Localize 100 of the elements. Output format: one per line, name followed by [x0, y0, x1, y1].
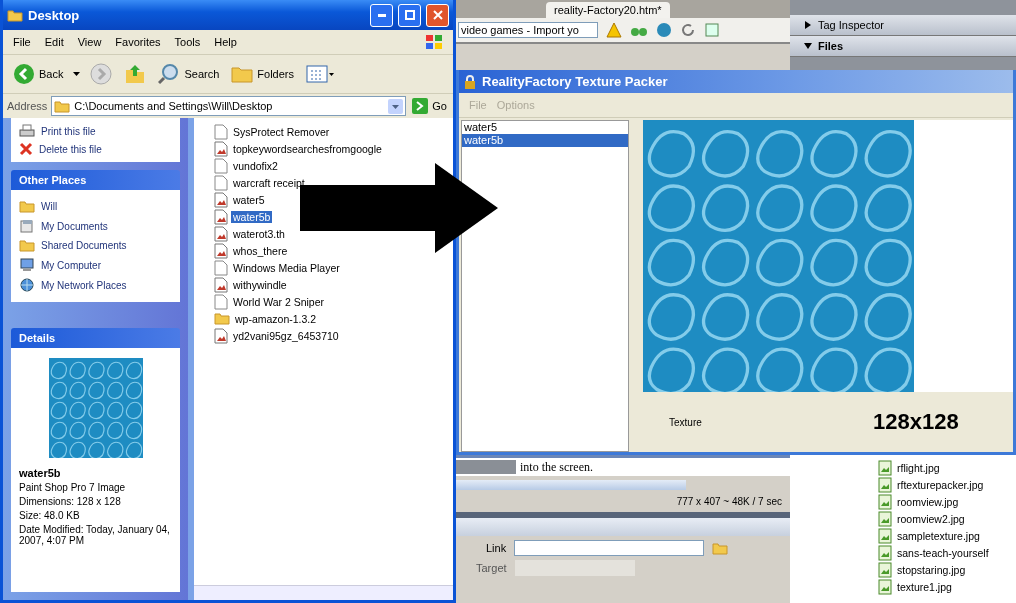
window-title: RealityFactory Texture Packer [482, 74, 669, 89]
texture-item[interactable]: water5b [462, 134, 628, 147]
highlight-block [456, 460, 516, 474]
image-file-icon [878, 578, 892, 595]
search-icon [158, 63, 181, 85]
folder-icon [54, 99, 71, 113]
go-button[interactable]: Go [410, 96, 449, 116]
texture-item[interactable]: water5 [462, 121, 628, 134]
image-file-icon [214, 242, 228, 259]
caret-icon [73, 72, 81, 76]
warning-icon [606, 22, 622, 38]
panel-header[interactable]: Other Places [11, 170, 180, 190]
printer-icon [19, 124, 35, 138]
image-file-icon [878, 459, 892, 476]
site-file-item[interactable]: texture1.jpg [895, 580, 954, 593]
search-button[interactable]: Search [156, 61, 222, 87]
minimize-icon [377, 13, 386, 17]
minimize-button[interactable] [370, 3, 393, 27]
desktop-entry[interactable]: yd2vani95gz_6453710 [231, 329, 341, 342]
site-file-item[interactable]: roomview2.jpg [895, 512, 967, 525]
place-link[interactable]: Shared Documents [41, 240, 127, 251]
desktop-entry[interactable]: wp-amazon-1.3.2 [233, 312, 319, 325]
network-icon [19, 278, 35, 292]
image-file-icon [878, 544, 892, 561]
lock-icon [463, 74, 477, 89]
folder-icon [19, 239, 35, 252]
image-file-icon [878, 493, 892, 510]
menu-item[interactable]: File [13, 36, 31, 48]
design-text: into the screen. [519, 459, 593, 475]
file-icon [214, 157, 228, 174]
close-icon [432, 10, 443, 20]
image-file-icon [878, 527, 892, 544]
desktop-entry[interactable]: SysProtect Remover [231, 125, 332, 138]
refresh-icon [680, 22, 696, 38]
desktop-entry[interactable]: water5 [231, 193, 267, 206]
image-file-icon [878, 510, 892, 527]
detail-text: Dimensions: 128 x 128 [19, 496, 122, 507]
status-text: 777 x 407 ~ 48K / 7 sec [676, 496, 782, 509]
documents-icon [19, 219, 35, 233]
menu-item[interactable]: Tools [174, 36, 201, 48]
place-link[interactable]: Will [41, 201, 58, 212]
image-file-icon [214, 327, 228, 344]
task-link[interactable]: Print this file [41, 125, 96, 137]
expanded-triangle-icon [804, 42, 812, 50]
place-link[interactable]: My Documents [41, 220, 108, 232]
folders-button[interactable]: Folders [229, 63, 296, 85]
site-file-item[interactable]: rftexturepacker.jpg [895, 478, 986, 491]
site-file-item[interactable]: roomview.jpg [895, 495, 961, 508]
forward-button[interactable] [88, 61, 115, 87]
document-tab[interactable]: reality-Factory20.htm* [546, 2, 670, 18]
desktop-entry[interactable]: waterot3.th [231, 227, 287, 240]
folder-icon [712, 541, 729, 555]
image-file-icon [878, 476, 892, 493]
desktop-entry[interactable]: Windows Media Player [231, 261, 342, 274]
site-file-item[interactable]: sampletexture.jpg [895, 529, 982, 542]
detail-text: Date Modified: Today, January 04, 2007, 4:07 PM [19, 524, 171, 546]
close-button[interactable] [426, 3, 449, 27]
panel-header[interactable]: Details [11, 328, 180, 348]
texture-size: 128x128 [873, 409, 959, 435]
file-icon [214, 174, 228, 191]
panel-group-header[interactable]: Files [790, 36, 1016, 57]
title-field[interactable]: video games - Import yo [458, 22, 598, 38]
menu-item[interactable]: Help [214, 36, 237, 48]
desktop-entry[interactable]: withywindle [231, 278, 289, 291]
dropdown-icon [388, 98, 404, 114]
desktop-entry[interactable]: vundofix2 [231, 159, 280, 172]
task-link[interactable]: Delete this file [39, 143, 102, 155]
place-link[interactable]: My Network Places [41, 279, 127, 291]
address-field[interactable]: C:\Documents and Settings\Will\Desktop [51, 96, 407, 116]
panel-group-header[interactable]: Tag Inspector [790, 15, 1016, 36]
desktop-entry[interactable]: water5b [231, 210, 273, 223]
site-file-item[interactable]: rflight.jpg [895, 461, 942, 474]
views-button[interactable] [304, 63, 336, 85]
menu-item[interactable]: View [77, 36, 102, 48]
window-title: Desktop [28, 7, 81, 23]
desktop-entry[interactable]: topkeywordsearchesfromgoogle [231, 142, 384, 155]
desktop-entry[interactable]: World War 2 Sniper [231, 295, 327, 308]
back-button[interactable]: Back [11, 61, 66, 87]
views-icon [306, 65, 334, 83]
maximize-button[interactable] [398, 3, 421, 27]
place-link[interactable]: My Computer [41, 259, 101, 271]
site-file-item[interactable]: stopstaring.jpg [895, 563, 968, 576]
folder-icon [231, 65, 254, 83]
folder-icon [19, 200, 35, 213]
menu-item[interactable]: Favorites [115, 36, 161, 48]
menu-item[interactable]: Edit [44, 36, 64, 48]
folder-icon [7, 8, 23, 22]
desktop-entry[interactable]: whos_there [231, 244, 290, 257]
texture-label: Texture [669, 416, 703, 428]
folder-up-icon [124, 63, 147, 85]
address-label: Address [7, 100, 48, 112]
maximize-icon [404, 10, 415, 20]
site-file-item[interactable]: sans-teach-yourself [895, 546, 991, 559]
detail-text: Paint Shop Pro 7 Image [19, 482, 127, 493]
flag-icon [425, 34, 443, 50]
collapsed-triangle-icon [804, 21, 812, 29]
link-field[interactable] [514, 540, 705, 556]
computer-icon [19, 258, 35, 272]
image-file-icon [214, 276, 228, 293]
image-file-icon [878, 561, 892, 578]
